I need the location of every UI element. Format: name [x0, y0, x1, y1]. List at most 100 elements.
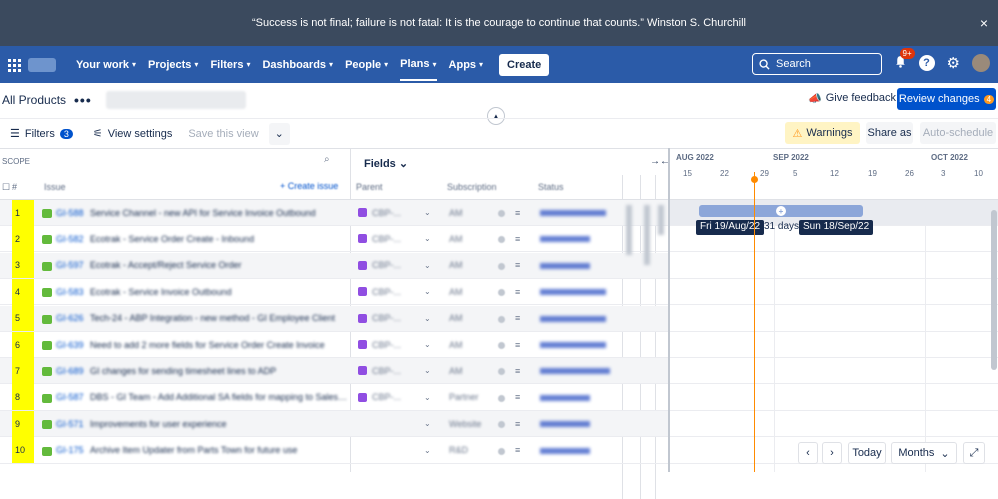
table-row[interactable]: 2 GI-582 Ecotrak - Service Order Create - … [0, 225, 668, 253]
menu-icon[interactable]: ≡ [515, 208, 520, 218]
table-row[interactable]: 9 GI-571 Improvements for user experience ⌄… [0, 410, 668, 438]
more-icon[interactable]: ••• [74, 92, 92, 108]
help-icon[interactable]: ? [918, 55, 935, 71]
close-icon[interactable]: × [980, 15, 988, 31]
issue-key[interactable]: GI-582 [56, 234, 84, 244]
chevron-down-icon[interactable]: ⌄ [424, 446, 431, 455]
menu-icon[interactable]: ≡ [515, 313, 520, 323]
subscription-value[interactable]: AM [449, 234, 463, 244]
timescale-dropdown[interactable]: Months ⌄ [891, 442, 957, 464]
column-subscription[interactable]: Subscription [447, 182, 497, 192]
scroll-right-button[interactable]: › [822, 442, 842, 464]
issue-summary[interactable]: Improvements for user experience [90, 419, 348, 429]
menu-icon[interactable]: ≡ [515, 287, 520, 297]
nav-people[interactable]: People ▾ [345, 59, 388, 71]
issue-summary[interactable]: Ecotrak - Accept/Reject Service Order [90, 260, 348, 270]
issue-summary[interactable]: Need to add 2 more fields for Service Or… [90, 340, 348, 350]
review-changes-button[interactable]: Review changes 4 [897, 88, 996, 110]
view-settings-button[interactable]: ⚟ View settings [86, 122, 179, 145]
timeline-row[interactable] [670, 411, 998, 438]
issue-key[interactable]: GI-571 [56, 419, 84, 429]
status-badge[interactable] [540, 394, 590, 401]
issue-summary[interactable]: Service Channel - new API for Service In… [90, 208, 348, 218]
scenario-selector[interactable] [105, 91, 246, 109]
create-issue-link[interactable]: + Create issue [280, 181, 338, 191]
timeline-row[interactable] [670, 358, 998, 385]
status-badge[interactable] [540, 342, 606, 348]
add-icon[interactable]: + [776, 206, 786, 216]
chevron-down-icon[interactable]: ⌄ [424, 208, 431, 217]
table-row[interactable]: 5 GI-626 Tech-24 - ABP Integration - new m… [0, 305, 668, 332]
nav-plans[interactable]: Plans ▾ [400, 48, 437, 81]
status-badge[interactable] [540, 447, 590, 454]
nav-apps[interactable]: Apps ▾ [449, 59, 484, 71]
issue-key[interactable]: GI-626 [56, 313, 84, 323]
notifications-icon[interactable]: 9+ [894, 48, 915, 71]
menu-icon[interactable]: ≡ [515, 366, 520, 376]
parent-value[interactable]: CBP-... [372, 260, 401, 270]
table-row[interactable]: 4 GI-583 Ecotrak - Service Invoice Outboun… [0, 278, 668, 306]
issue-summary[interactable]: GI changes for sending timesheet lines t… [90, 366, 348, 376]
status-badge[interactable] [540, 368, 610, 375]
issue-summary[interactable]: DBS - GI Team - Add Additional SA fields… [90, 392, 348, 402]
parent-value[interactable]: CBP-... [372, 234, 401, 244]
subscription-value[interactable]: Website [449, 419, 481, 429]
timeline-row[interactable] [670, 385, 998, 411]
status-badge[interactable] [540, 236, 590, 243]
issue-key[interactable]: GI-587 [56, 392, 84, 402]
issue-key[interactable]: GI-175 [56, 445, 84, 455]
issue-key[interactable]: GI-588 [56, 208, 84, 218]
filters-button[interactable]: ☰ Filters 3 [4, 122, 79, 145]
nav-filters[interactable]: Filters ▾ [210, 59, 250, 71]
menu-icon[interactable]: ≡ [515, 234, 520, 244]
issue-summary[interactable]: Ecotrak - Service Order Create - Inbound [90, 234, 348, 244]
search-input[interactable]: Search [752, 53, 882, 75]
today-button[interactable]: Today [848, 442, 886, 464]
auto-schedule-button[interactable]: Auto-schedule [920, 122, 996, 144]
parent-value[interactable]: CBP-... [372, 392, 401, 402]
issue-summary[interactable]: Archive Item Updater from Parts Town for… [90, 445, 348, 455]
subscription-value[interactable]: AM [449, 260, 463, 270]
parent-value[interactable]: CBP-... [372, 287, 401, 297]
menu-icon[interactable]: ≡ [515, 340, 520, 350]
warnings-button[interactable]: ⚠ Warnings [785, 122, 860, 144]
status-badge[interactable] [540, 289, 606, 296]
subscription-value[interactable]: AM [449, 287, 463, 297]
table-row[interactable]: 7 GI-689 GI changes for sending timesheet … [0, 357, 668, 385]
timeline-row[interactable] [670, 253, 998, 279]
subscription-value[interactable]: AM [449, 366, 463, 376]
collapse-fields-icon[interactable]: →← [650, 156, 670, 167]
expand-icon[interactable]: ⤢ [963, 442, 985, 464]
chevron-down-icon[interactable]: ⌄ [424, 419, 431, 428]
status-badge[interactable] [540, 210, 606, 216]
chevron-down-icon[interactable]: ⌄ [424, 393, 431, 402]
save-view-button[interactable]: Save this view [182, 122, 265, 145]
menu-icon[interactable]: ≡ [515, 260, 520, 270]
chevron-down-icon[interactable]: ⌄ [424, 340, 431, 349]
column-issue[interactable]: Issue [44, 182, 66, 192]
issue-summary[interactable]: Ecotrak - Service Invoice Outbound [90, 287, 348, 297]
create-button[interactable]: Create [499, 53, 550, 76]
chevron-down-icon[interactable]: ⌄ [424, 261, 431, 270]
chevron-down-icon[interactable]: ⌄ [424, 314, 431, 323]
subscription-value[interactable]: AM [449, 313, 463, 323]
menu-icon[interactable]: ≡ [515, 419, 520, 429]
parent-value[interactable]: CBP-... [372, 366, 401, 376]
fields-dropdown[interactable]: Fields ⌄ [364, 157, 408, 170]
issue-key[interactable]: GI-583 [56, 287, 84, 297]
view-options-dropdown[interactable]: ⌄ [268, 122, 290, 145]
nav-dashboards[interactable]: Dashboards ▾ [262, 59, 333, 71]
app-switcher-icon[interactable] [4, 55, 24, 75]
column-parent[interactable]: Parent [356, 182, 383, 192]
timeline-row[interactable] [670, 332, 998, 358]
search-icon[interactable]: ⌕ [324, 154, 330, 165]
scroll-left-button[interactable]: ‹ [798, 442, 818, 464]
share-button[interactable]: Share as [866, 122, 913, 144]
menu-icon[interactable]: ≡ [515, 392, 520, 402]
chevron-down-icon[interactable]: ⌄ [424, 234, 431, 243]
select-all-checkbox[interactable]: ☐ [2, 182, 10, 193]
menu-icon[interactable]: ≡ [515, 445, 520, 455]
avatar[interactable] [972, 54, 990, 72]
give-feedback-button[interactable]: 📣 Give feedback [808, 92, 896, 105]
scrollbar[interactable] [991, 210, 997, 370]
